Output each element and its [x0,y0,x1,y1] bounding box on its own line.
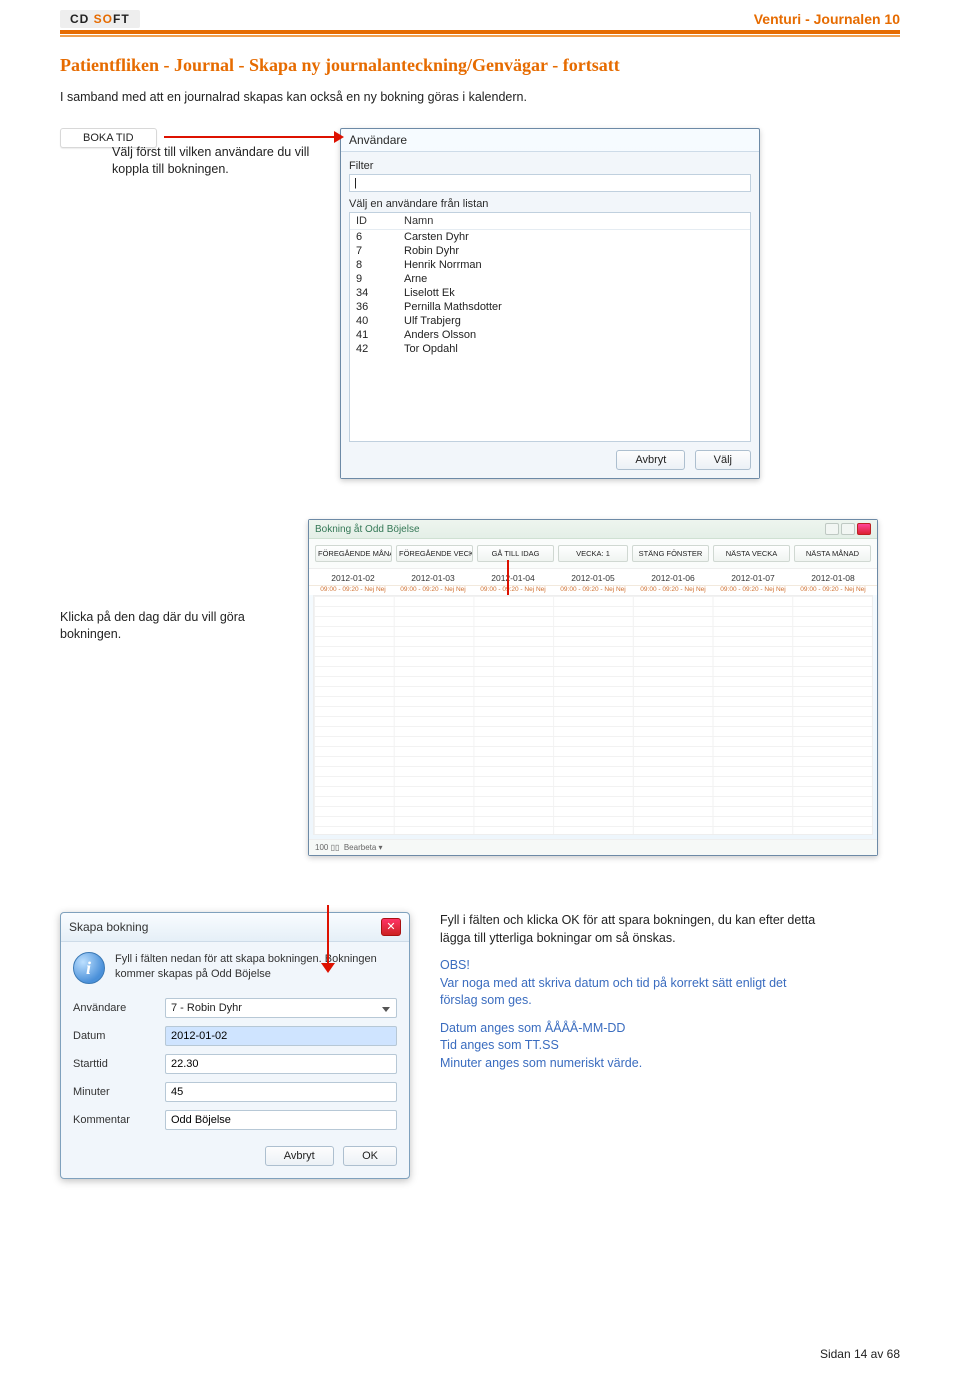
user-list[interactable]: ID Namn 6Carsten Dyhr7Robin Dyhr8Henrik … [349,212,751,442]
calendar-nav-btn[interactable]: FÖREGÅENDE MÅNAD [315,545,392,562]
user-select[interactable]: 7 - Robin Dyhr [165,998,397,1018]
list-item[interactable]: 36Pernilla Mathsdotter [350,300,750,314]
hint-fill-fields: Fyll i fälten och klicka OK för att spar… [440,912,820,947]
list-item[interactable]: 41Anders Olsson [350,328,750,342]
header-rules [60,30,900,37]
list-item[interactable]: 40Ulf Trabjerg [350,314,750,328]
calendar-nav-btn[interactable]: FÖREGÅENDE VECKA [396,545,473,562]
calendar-day-header[interactable]: 2012-01-06 [633,569,713,585]
calendar-nav-btn[interactable]: GÅ TILL IDAG [477,545,554,562]
hint-select-user: Välj först till vilken användare du vill… [112,144,320,178]
dialog-title: Skapa bokning [69,920,148,934]
info-icon [73,952,105,984]
start-label: Starttid [73,1058,155,1070]
user-picker-dialog: Användare Filter Välj en användare från … [340,128,760,479]
logo: CD SOFT [60,10,140,28]
date-label: Datum [73,1030,155,1042]
create-booking-dialog: Skapa bokning ✕ Fyll i fälten nedan för … [60,912,410,1179]
calendar-title: Bokning åt Odd Böjelse [315,524,420,535]
user-label: Användare [73,1002,155,1014]
logo-cd: CD [70,12,94,26]
dialog-intro: Fyll i fälten nedan för att skapa boknin… [115,952,397,984]
col-name: Namn [398,213,750,230]
zoom-value: 100 [315,843,328,852]
window-controls [825,523,871,535]
ok-button[interactable]: OK [343,1146,397,1166]
calendar-nav-btn[interactable]: VECKA: 1 [558,545,628,562]
calendar-grid[interactable] [313,595,873,835]
obs-label: OBS! [440,958,470,972]
hint-obs: OBS! Var noga med att skriva datum och t… [440,957,820,1010]
calendar-day-header[interactable]: 2012-01-07 [713,569,793,585]
close-icon[interactable] [857,523,871,535]
list-item[interactable]: 34Liselott Ek [350,286,750,300]
filter-field[interactable] [349,174,751,192]
calendar-nav: FÖREGÅENDE MÅNADFÖREGÅENDE VECKAGÅ TILL … [309,539,877,569]
select-button[interactable]: Välj [695,450,751,470]
list-item[interactable]: 6Carsten Dyhr [350,230,750,245]
date-input[interactable] [165,1026,397,1046]
side-hints: Fyll i fälten och klicka OK för att spar… [440,912,820,1082]
calendar-hour-range: 09:00 - 09:20 - Nej Nej [473,586,553,593]
calendar-day-header[interactable]: 2012-01-02 [313,569,393,585]
minutes-input[interactable] [165,1082,397,1102]
list-item[interactable]: 7Robin Dyhr [350,244,750,258]
edit-label: Bearbeta [344,843,376,852]
logo-so: SO [94,12,113,26]
list-item[interactable]: 42Tor Opdahl [350,342,750,356]
obs-text: Var noga med att skriva datum och tid på… [440,976,786,1008]
start-input[interactable] [165,1054,397,1074]
logo-ft: FT [113,12,130,26]
filter-input[interactable] [354,177,746,189]
hint-formats: Datum anges som ÅÅÅÅ-MM-DD Tid anges som… [440,1020,820,1073]
calendar-day-header[interactable]: 2012-01-04 [473,569,553,585]
cancel-button[interactable]: Avbryt [616,450,685,470]
calendar-nav-btn[interactable]: NÄSTA MÅNAD [794,545,871,562]
calendar-hour-range: 09:00 - 09:20 - Nej Nej [393,586,473,593]
calendar-hour-range: 09:00 - 09:20 - Nej Nej [553,586,633,593]
cancel-button[interactable]: Avbryt [265,1146,334,1166]
page-title: Patientfliken - Journal - Skapa ny journ… [60,55,900,76]
maximize-icon[interactable] [841,523,855,535]
calendar-hour-range: 09:00 - 09:20 - Nej Nej [313,586,393,593]
calendar-hour-range: 09:00 - 09:20 - Nej Nej [713,586,793,593]
calendar-day-header[interactable]: 2012-01-08 [793,569,873,585]
calendar-nav-btn[interactable]: NÄSTA VECKA [713,545,790,562]
minimize-icon[interactable] [825,523,839,535]
intro-text: I samband med att en journalrad skapas k… [60,90,900,104]
list-label: Välj en användare från listan [349,198,751,210]
comment-label: Kommentar [73,1114,155,1126]
list-item[interactable]: 9Arne [350,272,750,286]
doc-header: CD SOFT Venturi - Journalen 10 [60,0,900,28]
header-right: Venturi - Journalen 10 [754,11,900,27]
page-footer: Sidan 14 av 68 [820,1347,900,1361]
comment-input[interactable] [165,1110,397,1130]
user-select-value: 7 - Robin Dyhr [171,1002,242,1014]
list-item[interactable]: 8Henrik Norrman [350,258,750,272]
calendar-window: Bokning åt Odd Böjelse FÖREGÅENDE MÅNADF… [308,519,878,856]
col-id: ID [350,213,398,230]
close-icon[interactable]: ✕ [381,918,401,936]
calendar-hour-range: 09:00 - 09:20 - Nej Nej [793,586,873,593]
calendar-hours-row: 09:00 - 09:20 - Nej Nej09:00 - 09:20 - N… [309,586,877,595]
calendar-nav-btn[interactable]: STÄNG FÖNSTER [632,545,709,562]
calendar-footer: 100 ▯▯ Bearbeta ▾ [309,839,877,855]
calendar-day-header[interactable]: 2012-01-03 [393,569,473,585]
calendar-hour-range: 09:00 - 09:20 - Nej Nej [633,586,713,593]
minutes-label: Minuter [73,1086,155,1098]
calendar-days: 2012-01-022012-01-032012-01-042012-01-05… [309,569,877,586]
calendar-day-header[interactable]: 2012-01-05 [553,569,633,585]
dialog-title: Användare [341,129,759,152]
filter-label: Filter [349,160,751,172]
hint-click-day: Klicka på den dag där du vill göra bokni… [60,609,290,643]
